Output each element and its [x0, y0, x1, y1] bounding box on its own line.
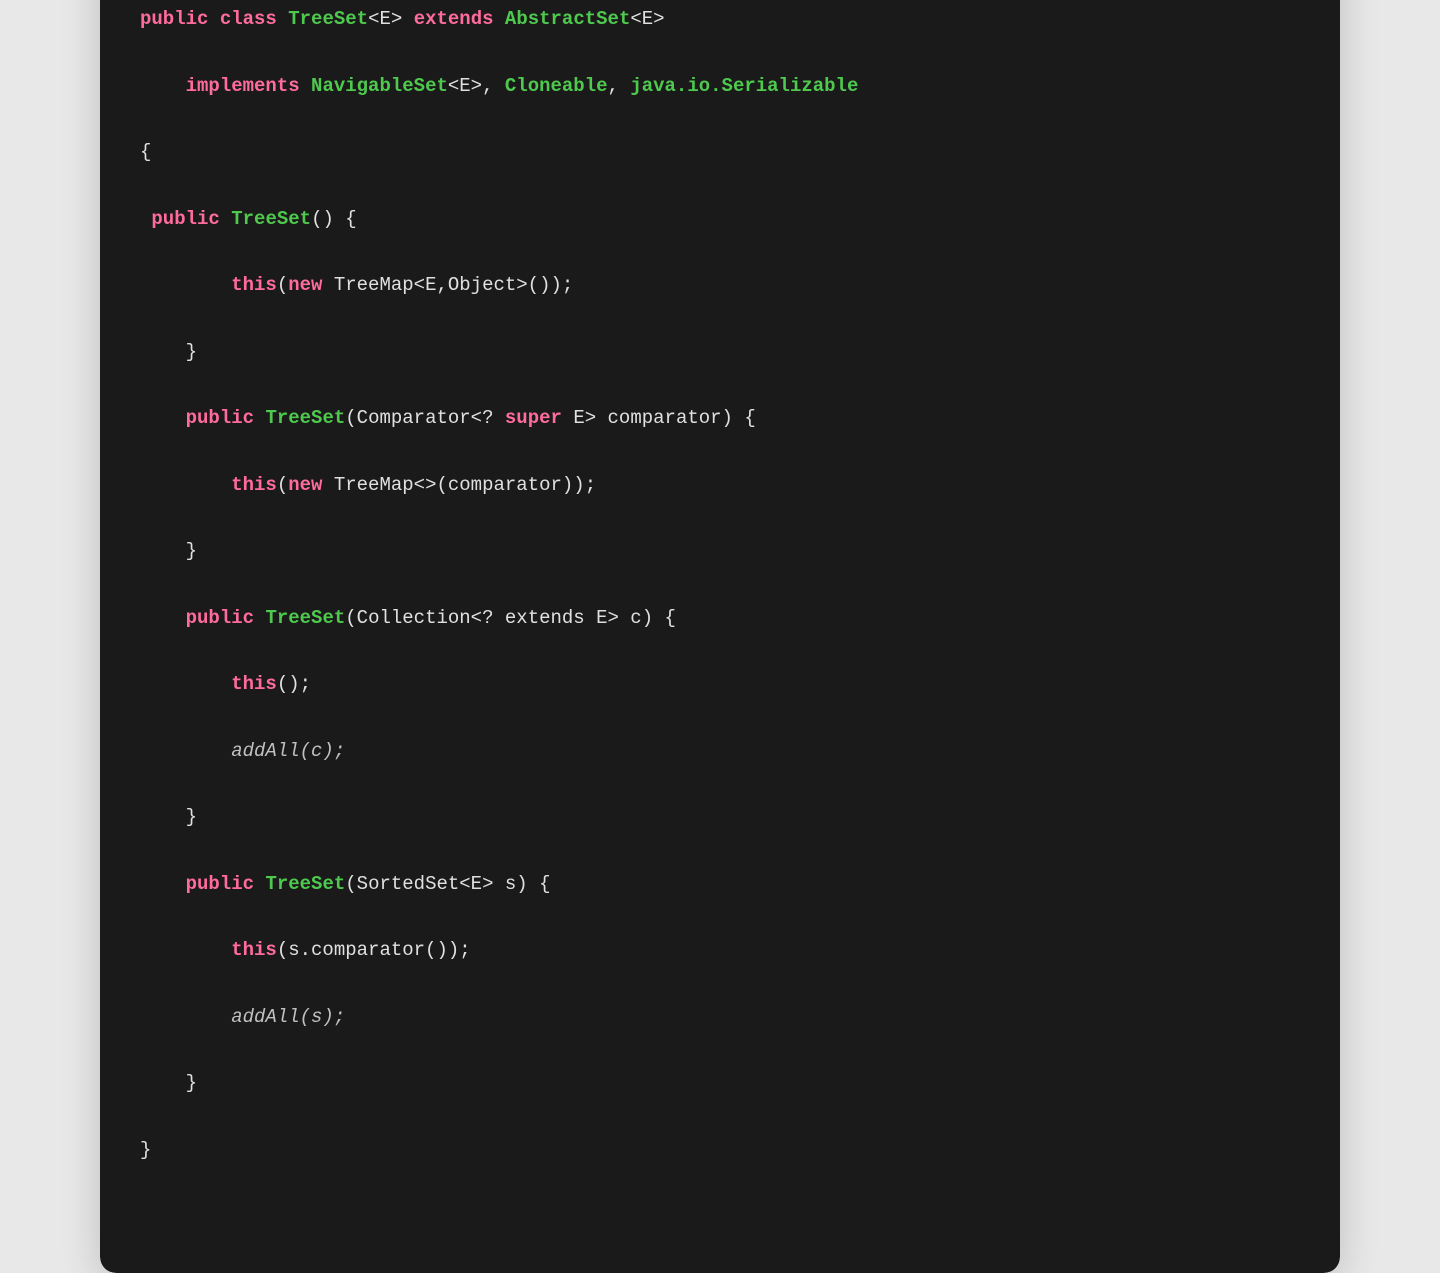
code-line-2: implements NavigableSet<E>, Cloneable, j… [140, 70, 1300, 103]
main-card: 在看一下TreeSet public class TreeSet<E> exte… [100, 0, 1340, 1273]
code-line-10: public TreeSet(Collection<? extends E> c… [140, 602, 1300, 635]
code-line-1: public class TreeSet<E> extends Abstract… [140, 3, 1300, 36]
code-block: public class TreeSet<E> extends Abstract… [100, 0, 1340, 1273]
code-line-9: } [140, 535, 1300, 568]
code-line-8: this(new TreeMap<>(comparator)); [140, 469, 1300, 502]
code-line-4: public TreeSet() { [140, 203, 1300, 236]
code-line-6: } [140, 336, 1300, 369]
code-line-14: public TreeSet(SortedSet<E> s) { [140, 868, 1300, 901]
code-window: public class TreeSet<E> extends Abstract… [100, 0, 1340, 1273]
code-line-7: public TreeSet(Comparator<? super E> com… [140, 402, 1300, 435]
code-line-17: } [140, 1067, 1300, 1100]
code-line-13: } [140, 801, 1300, 834]
code-line-11: this(); [140, 668, 1300, 701]
code-line-12: addAll(c); [140, 735, 1300, 768]
code-line-18: } [140, 1134, 1300, 1167]
code-line-5: this(new TreeMap<E,Object>()); [140, 269, 1300, 302]
code-line-16: addAll(s); [140, 1001, 1300, 1034]
code-line-15: this(s.comparator()); [140, 934, 1300, 967]
code-line-3: { [140, 136, 1300, 169]
